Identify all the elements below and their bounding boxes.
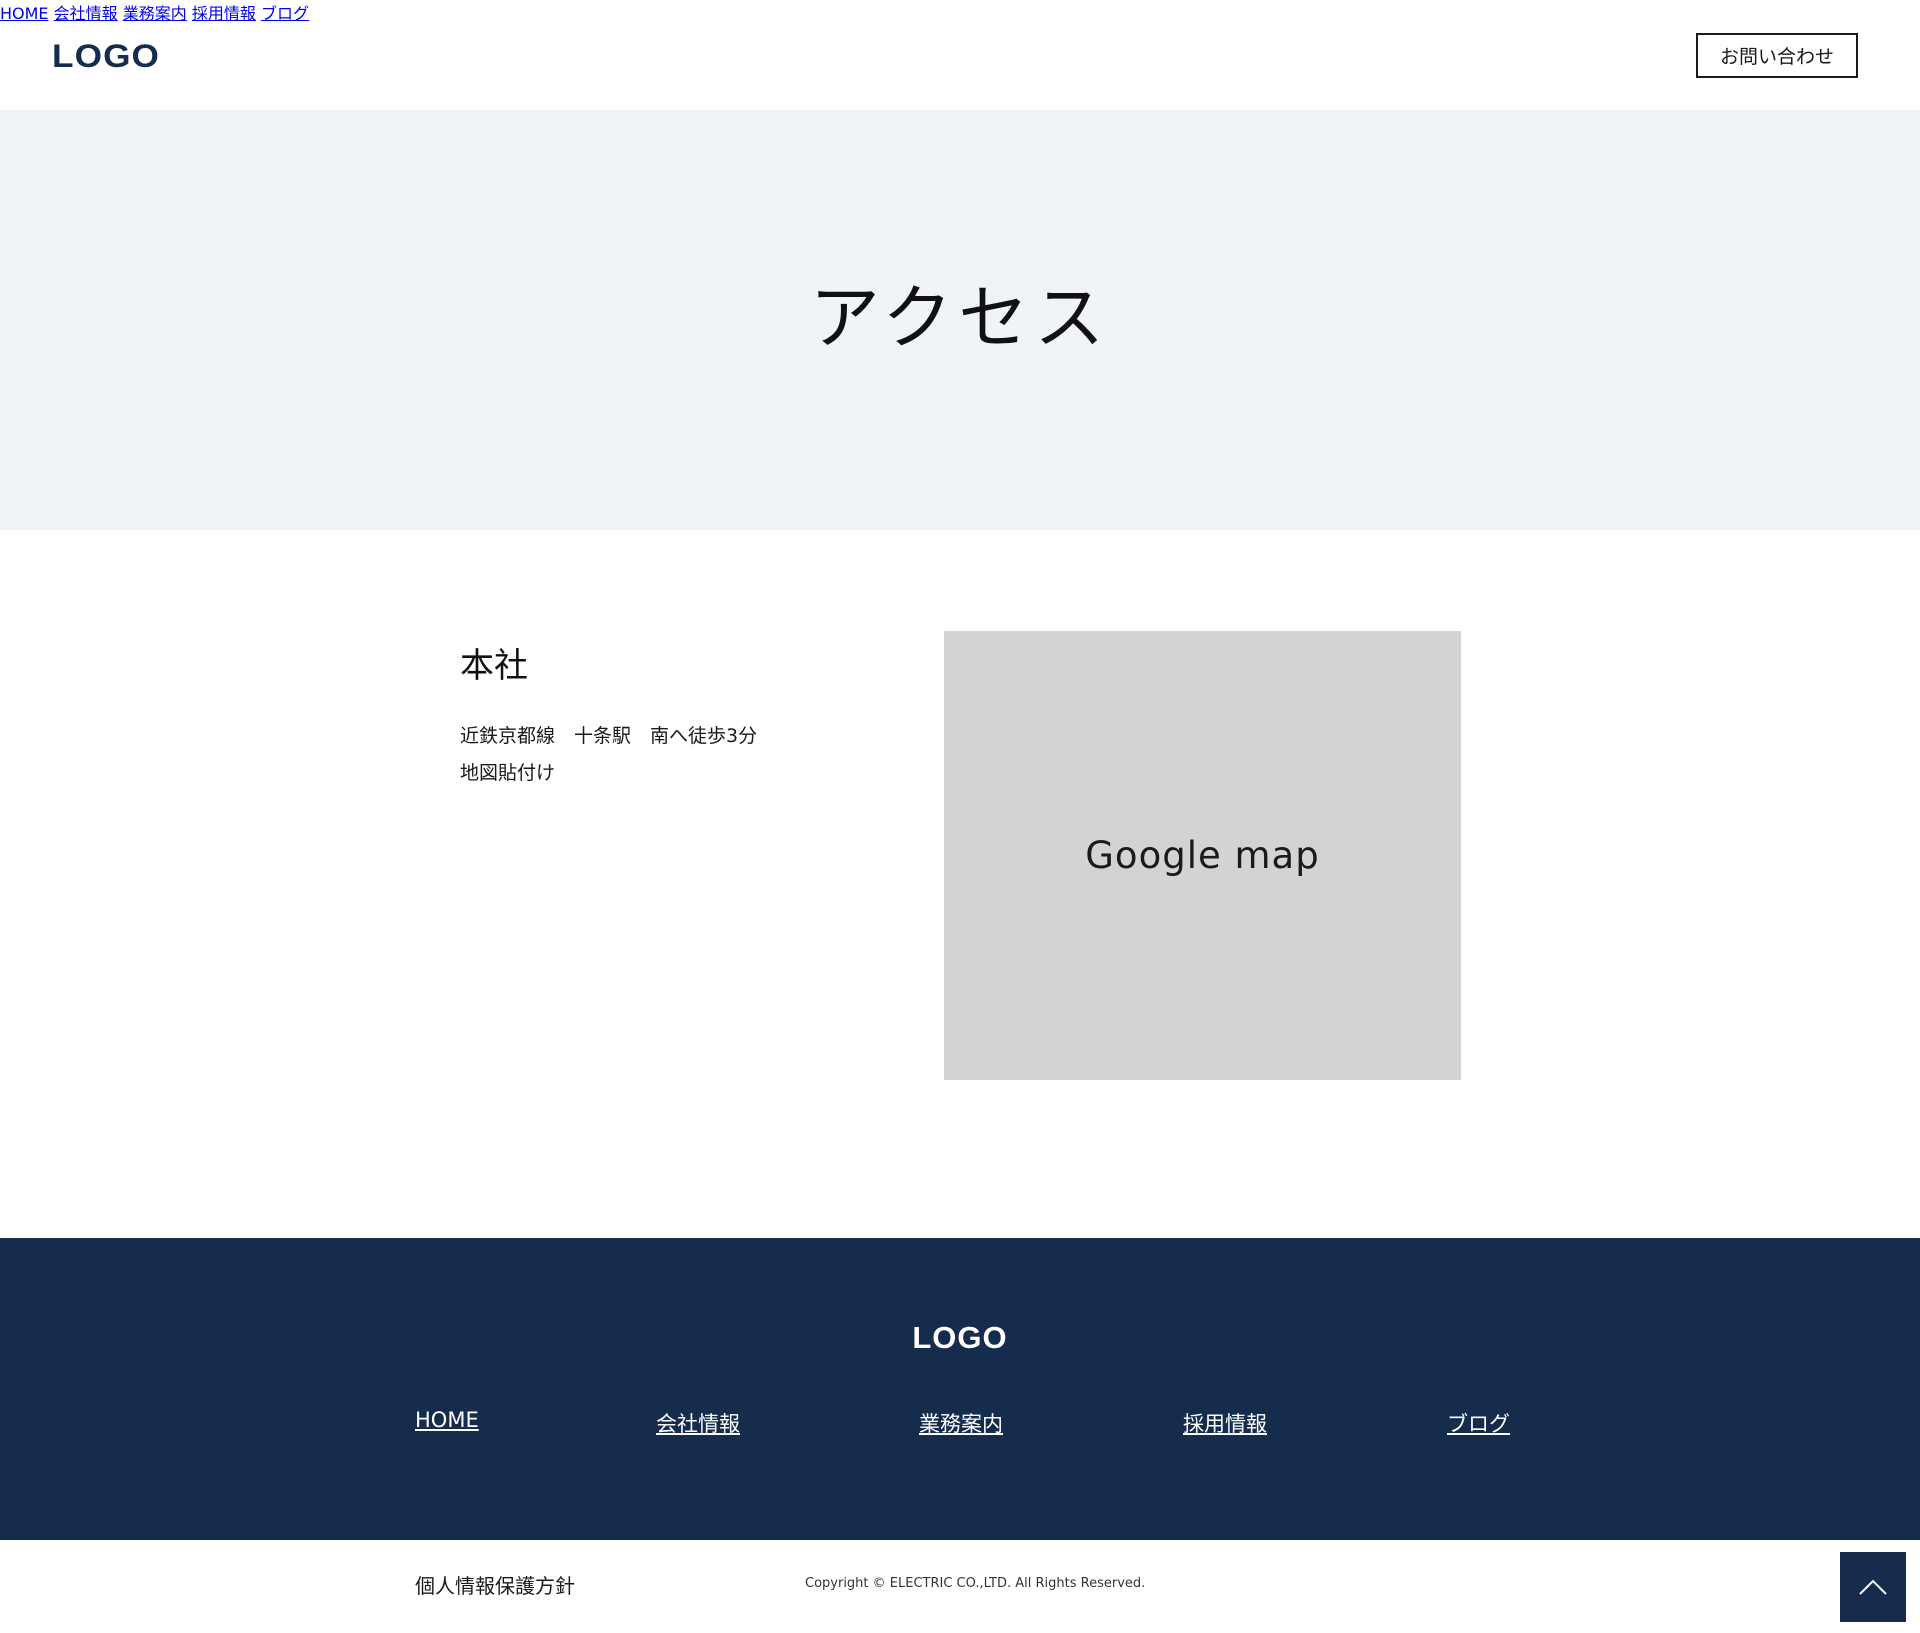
- bottom-bar: 個人情報保護方針 Copyright © ELECTRIC CO.,LTD. A…: [0, 1540, 1920, 1633]
- page-hero: アクセス: [0, 110, 1920, 530]
- map-label: Google map: [1085, 834, 1320, 877]
- footer-nav-services[interactable]: 業務案内: [919, 1408, 1003, 1438]
- footer-nav-recruit[interactable]: 採用情報: [1183, 1408, 1267, 1438]
- back-to-top-button[interactable]: [1840, 1552, 1906, 1622]
- footer-nav-home[interactable]: HOME: [415, 1408, 479, 1432]
- site-header: LOGO HOME 会社情報 業務案内 採用情報 ブログ お問い合わせ: [0, 0, 1920, 110]
- map-placeholder: Google map: [944, 631, 1461, 1080]
- header-logo[interactable]: LOGO: [52, 38, 160, 75]
- site-footer: LOGO HOME 会社情報 業務案内 採用情報 ブログ: [0, 1238, 1920, 1540]
- chevron-up-icon: [1859, 1579, 1887, 1595]
- privacy-policy-link[interactable]: 個人情報保護方針: [415, 1570, 575, 1599]
- copyright-text: Copyright © ELECTRIC CO.,LTD. All Rights…: [805, 1576, 1146, 1591]
- footer-nav-blog[interactable]: ブログ: [1447, 1408, 1510, 1438]
- nav-recruit[interactable]: 採用情報: [192, 4, 256, 23]
- contact-button[interactable]: お問い合わせ: [1696, 33, 1858, 78]
- footer-logo[interactable]: LOGO: [0, 1320, 1920, 1356]
- nav-services[interactable]: 業務案内: [123, 4, 187, 23]
- office-name: 本社: [460, 646, 528, 686]
- nav-blog[interactable]: ブログ: [261, 4, 309, 23]
- office-map-note: 地図貼付け: [460, 762, 556, 784]
- main-nav: HOME 会社情報 業務案内 採用情報 ブログ: [0, 0, 1920, 24]
- office-details: 近鉄京都線 十条駅 南へ徒歩3分 地図貼付け: [460, 718, 757, 792]
- page-title: アクセス: [809, 277, 1111, 359]
- nav-home[interactable]: HOME: [0, 4, 49, 23]
- nav-company[interactable]: 会社情報: [54, 4, 118, 23]
- footer-nav-company[interactable]: 会社情報: [656, 1408, 740, 1438]
- office-access-line: 近鉄京都線 十条駅 南へ徒歩3分: [460, 725, 758, 747]
